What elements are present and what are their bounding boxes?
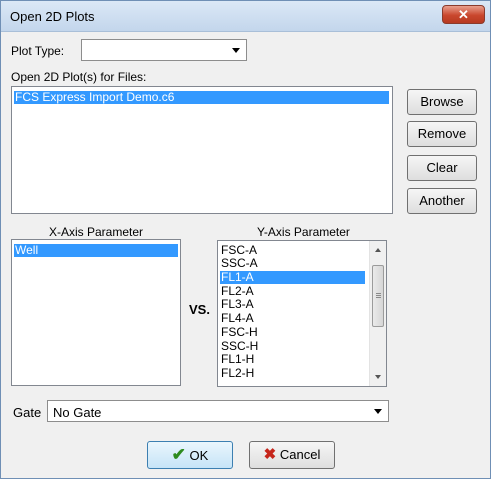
x-axis-list[interactable]: Well [11,239,181,386]
gate-value: No Gate [53,405,102,420]
grip-line [376,295,381,296]
ok-button[interactable]: ✔ OK [147,441,233,469]
cancel-label: Cancel [279,447,321,462]
y-axis-item-label: FSC-A [221,243,257,257]
y-axis-item-label: FL4-A [221,311,254,325]
check-icon: ✔ [171,445,186,464]
file-name: FCS Express Import Demo.c6 [15,90,175,104]
plot-type-dropdown[interactable] [81,39,247,61]
close-icon: ✕ [458,7,469,22]
y-axis-item[interactable]: FL4-A [220,312,254,325]
gate-label: Gate [13,405,42,420]
y-axis-item[interactable]: SSC-A [220,257,258,270]
y-axis-header: Y-Axis Parameter [257,225,350,239]
y-axis-item-label: SSC-A [221,256,258,270]
x-axis-header: X-Axis Parameter [49,225,144,239]
clear-button[interactable]: Clear [407,155,477,181]
y-axis-item-label: FSC-H [221,325,258,339]
y-axis-item[interactable]: FSC-H [220,326,258,339]
y-axis-item-label: FL2-A [221,284,254,298]
y-axis-item[interactable]: FL1-H [220,353,254,366]
x-axis-item-well[interactable]: Well [14,244,178,257]
files-label: Open 2D Plot(s) for Files: [11,70,147,84]
grip-line [376,297,381,298]
ok-label: OK [189,448,209,463]
y-axis-item-label: FL1-A [221,270,254,284]
files-list[interactable]: FCS Express Import Demo.c6 [11,86,393,214]
y-axis-item-label: FL2-H [221,366,255,380]
window-title: Open 2D Plots [10,9,95,24]
gate-dropdown[interactable]: No Gate [47,400,389,422]
y-axis-item[interactable]: FL2-H [220,367,254,380]
title-bar[interactable]: Open 2D Plots ✕ [1,1,490,32]
y-axis-item-label: FL1-H [221,352,255,366]
cancel-button[interactable]: ✖ Cancel [249,441,335,469]
grip-line [376,293,381,294]
vs-label: VS. [189,302,210,317]
y-axis-scrollbar[interactable] [369,241,386,386]
y-axis-item[interactable]: FL3-A [220,298,254,311]
remove-button[interactable]: Remove [407,121,477,147]
x-icon: ✖ [263,446,277,463]
y-axis-list[interactable]: FSC-A SSC-A FL1-A FL2-A FL3-A FL4-A FSC-… [217,240,387,387]
scrollbar-thumb[interactable] [372,265,384,327]
close-button[interactable]: ✕ [442,5,485,24]
x-axis-item-label: Well [15,243,39,257]
scroll-up-arrow-icon[interactable] [375,248,381,252]
scroll-down-arrow-icon[interactable] [375,375,381,379]
browse-button[interactable]: Browse [407,89,477,115]
chevron-down-icon [232,48,240,53]
y-axis-item-label: FL3-A [221,297,254,311]
chevron-down-icon [374,409,382,414]
file-list-item[interactable]: FCS Express Import Demo.c6 [14,91,389,104]
another-button[interactable]: Another [407,188,477,214]
open-2d-plots-dialog: Open 2D Plots ✕ Plot Type: Open 2D Plot(… [0,0,491,479]
y-axis-item-selected[interactable]: FL1-A [220,271,365,284]
plot-type-label: Plot Type: [11,44,65,58]
y-axis-item-label: SSC-H [221,339,259,353]
